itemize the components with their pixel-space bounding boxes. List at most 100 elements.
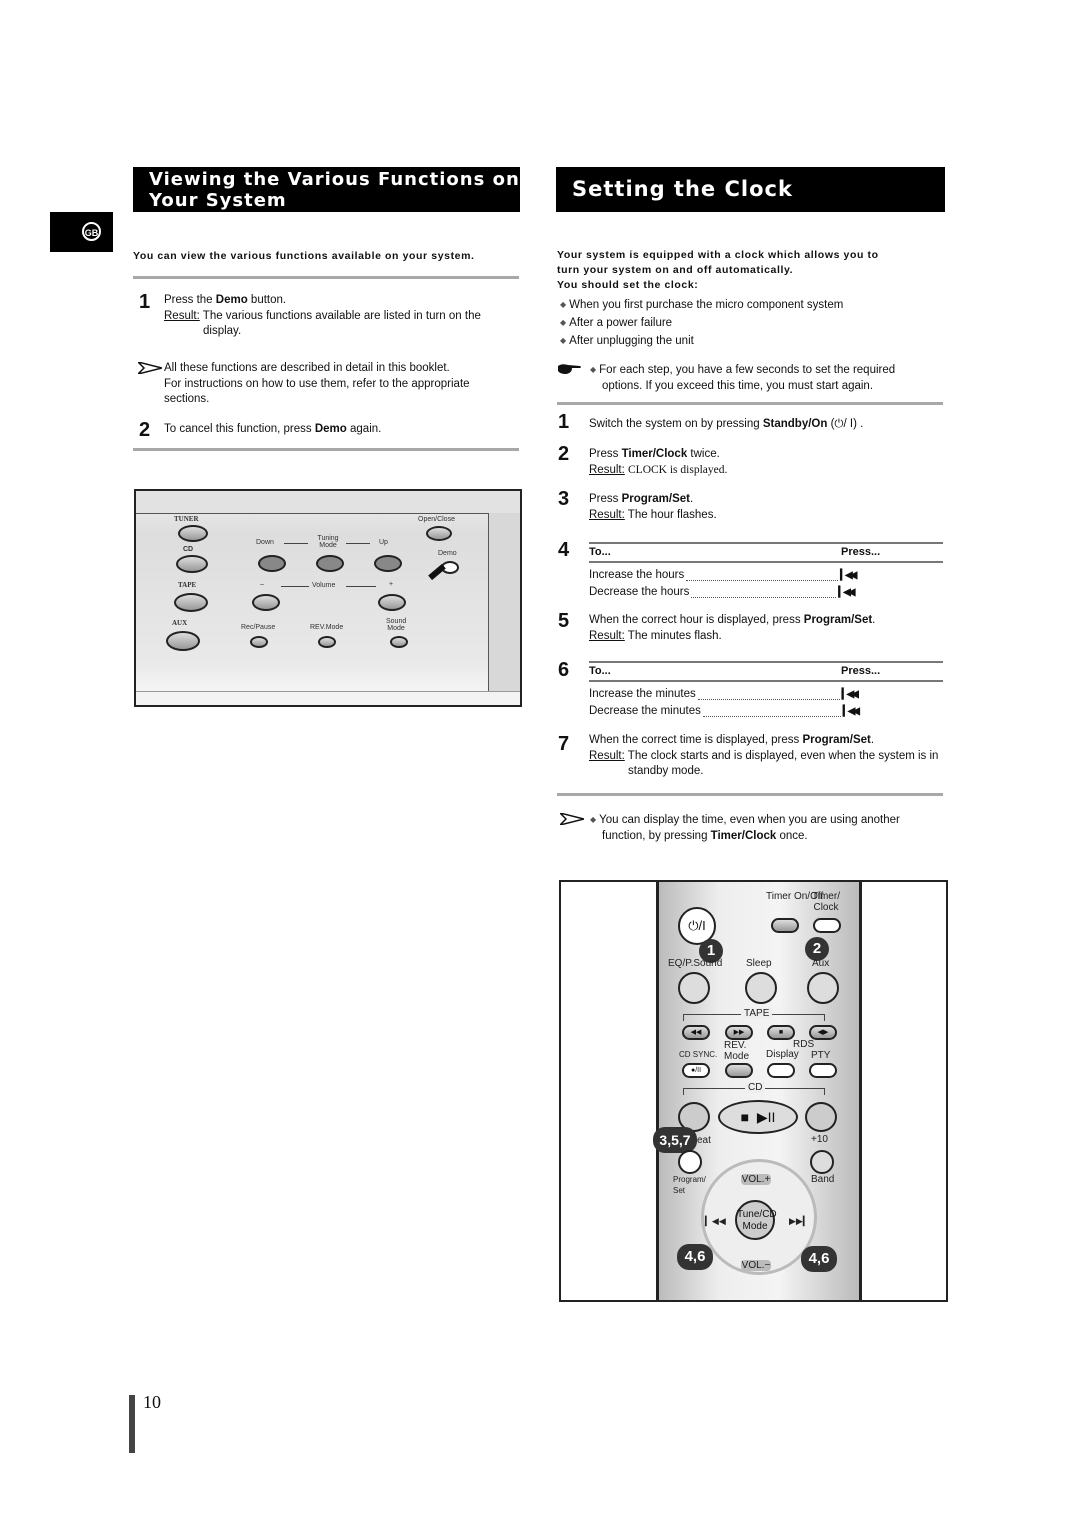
tape-play-button[interactable]: ◀▶ (809, 1025, 837, 1040)
note-line: sections. (164, 393, 210, 405)
skip-back-button[interactable]: ▎◀◀ (705, 1216, 726, 1227)
col-press-header: Press... (841, 546, 881, 558)
down-button[interactable] (258, 555, 286, 572)
volume-plus-label: + (389, 581, 394, 588)
timer-onoff-button[interactable] (771, 918, 799, 933)
dot-leader (697, 690, 840, 700)
step-text: Switch the system on by pressing (589, 418, 763, 430)
table-header: To... Press... (589, 542, 943, 563)
panel-side (488, 513, 520, 703)
callout-step: 4,6 (801, 1246, 837, 1272)
tuner-button[interactable] (178, 525, 208, 542)
demo-keyword: Demo (215, 294, 248, 306)
tape-forward-button[interactable]: ▶▶ (725, 1025, 753, 1040)
cd-stop-play-button[interactable]: ■ ▶II (718, 1100, 798, 1134)
note-line: function, by pressing Timer/Clock once. (590, 829, 900, 845)
step-text: Press (589, 448, 622, 460)
timer-clock-button[interactable] (813, 918, 841, 933)
arrow-note-icon (135, 360, 163, 379)
volume-line-left (281, 586, 309, 587)
rds-display-button[interactable] (767, 1063, 795, 1078)
program-set-keyword: Program/Set (802, 734, 871, 746)
list-item: After unplugging the unit (560, 332, 843, 350)
band-button[interactable] (810, 1150, 834, 1174)
result-label: Result: (164, 309, 200, 322)
rds-pty-button[interactable] (809, 1063, 837, 1078)
result-text: The minutes flash. (627, 629, 722, 642)
aux-button[interactable] (166, 631, 200, 651)
step-number: 1 (558, 411, 570, 433)
left-rule-bottom (133, 448, 519, 451)
volume-down-button[interactable] (252, 594, 280, 611)
row-action: Decrease the minutes (589, 705, 701, 717)
result-text: CLOCK is displayed. (628, 463, 728, 476)
hours-table: To... Press... Increase the hours ▎◀◀ De… (589, 542, 943, 601)
cd-next-button[interactable] (805, 1102, 837, 1132)
sleep-button[interactable] (745, 972, 777, 1004)
table-row: Increase the hours ▎◀◀ (589, 567, 943, 584)
eq-button[interactable] (678, 972, 710, 1004)
aux-button[interactable] (807, 972, 839, 1004)
cd-play-pause-button[interactable] (176, 555, 208, 573)
right-rule-top (557, 402, 943, 405)
time-limit-tip: For each step, you have a few seconds to… (590, 362, 895, 394)
step-text: When the correct hour is displayed, pres… (589, 614, 804, 626)
note-line: You can display the time, even when you … (590, 812, 900, 829)
rec-pause-button[interactable] (250, 636, 268, 648)
left-note: All these functions are described in det… (164, 361, 520, 408)
language-badge: GB (82, 222, 101, 241)
result-text-cont: standby mode. (628, 765, 704, 777)
left-title-line2: Your System (149, 190, 287, 211)
up-button[interactable] (374, 555, 402, 572)
cd-label: CD (745, 1082, 766, 1093)
rev-mode-button[interactable] (725, 1063, 753, 1078)
cd-sync-button[interactable]: ●/II (682, 1063, 710, 1078)
clock-reasons-list: When you first purchase the micro compon… (560, 296, 843, 350)
tape-stop-button[interactable]: ■ (767, 1025, 795, 1040)
page-marker (129, 1395, 135, 1453)
sound-mode-label: Sound Mode (386, 618, 407, 632)
timer-clock-label: Timer/ Clock (812, 891, 840, 913)
rev-mode-button[interactable] (318, 636, 336, 648)
rev-mode-label: REV.Mode (310, 624, 344, 631)
tune-cd-mode-button[interactable]: Tune/CD Mode (735, 1200, 777, 1240)
result-label: Result: (589, 463, 625, 476)
program-set-button[interactable] (678, 1150, 702, 1174)
sound-mode-button[interactable] (390, 636, 408, 648)
tape-label: TAPE (741, 1008, 773, 1019)
previous-icon: ▎◀◀ (840, 570, 857, 581)
step-text: twice. (687, 448, 720, 460)
tape-rewind-button[interactable]: ◀◀ (682, 1025, 710, 1040)
band-label: Band (811, 1174, 835, 1185)
result-text: The various functions available are list… (202, 309, 481, 322)
step-text: . (872, 614, 876, 626)
list-item: After a power failure (560, 314, 843, 332)
program-set-label: Program/ Set (673, 1175, 706, 1195)
volume-up-button[interactable]: VOL.+ (741, 1174, 771, 1185)
tape-button[interactable] (174, 593, 208, 612)
front-panel-illustration: TUNER CD TAPE AUX Down Tuning Mode Up – … (134, 489, 522, 707)
volume-down-button[interactable]: VOL.− (741, 1260, 771, 1271)
note-text: function, by pressing (602, 829, 711, 842)
dot-leader (691, 588, 837, 598)
callout-step: 4,6 (677, 1244, 713, 1270)
tape-label: TAPE (178, 581, 197, 589)
aux-label: AUX (172, 619, 188, 627)
timer-clock-keyword: Timer/Clock (621, 448, 688, 460)
tuning-line-left (284, 543, 308, 544)
step-number: 5 (558, 610, 570, 632)
open-close-button[interactable] (426, 526, 452, 541)
rec-pause-label: Rec/Pause (241, 624, 276, 631)
tuning-mode-button[interactable] (316, 555, 344, 572)
clock-step-7: When the correct time is displayed, pres… (589, 733, 949, 780)
step-number: 7 (558, 733, 570, 755)
step-text: button. (247, 294, 287, 306)
remote-illustration: Timer On/Off Timer/ Clock ⏻/I 1 2 EQ/P.S… (559, 880, 948, 1302)
volume-up-button[interactable] (378, 594, 406, 611)
pointing-hand-icon (558, 362, 582, 380)
sleep-label: Sleep (746, 958, 772, 969)
step-number: 3 (558, 488, 570, 510)
skip-forward-button[interactable]: ▶▶▎ (789, 1216, 810, 1227)
program-set-keyword: Program/Set (621, 493, 690, 505)
step-number: 2 (558, 443, 570, 465)
